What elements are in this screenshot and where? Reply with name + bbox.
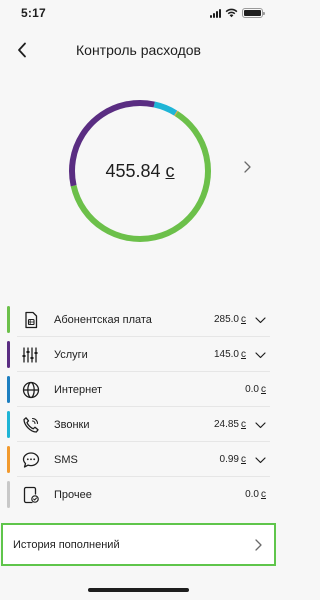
expense-label: Абонентская плата [54,313,152,326]
header: Контроль расходов [0,26,277,74]
expense-row-calls[interactable]: Звонки 24.85 c [7,407,270,442]
other-document-icon [21,485,40,504]
expense-label: Звонки [54,418,90,431]
chevron-left-icon [18,42,26,58]
expense-amount: 24.85 c [213,419,246,430]
wifi-icon [225,8,238,18]
status-time: 5:17 [21,6,46,20]
expense-amount: 0.0 c [245,489,266,500]
total-currency: c [165,160,175,181]
chevron-right-icon [252,538,264,552]
chevron-down-icon[interactable] [254,454,266,466]
expense-amount: 145.0 c [213,349,246,360]
category-color-bar [7,341,10,368]
back-button[interactable] [8,36,36,64]
sms-bubble-icon [21,450,40,469]
expense-row-internet: Интернет 0.0 c [7,372,270,407]
expense-row-sms[interactable]: SMS 0.99 c [7,442,270,477]
chevron-right-icon [243,161,251,173]
category-color-bar [7,411,10,438]
sim-card-icon [21,310,40,329]
total-value: 455.84 [105,160,161,181]
total-amount: 455.84 c [66,97,214,245]
expense-amount: 285.0 c [213,314,246,325]
status-bar: 5:17 [0,0,277,26]
expense-label: Услуги [54,348,88,361]
home-indicator [88,588,189,592]
services-sliders-icon [21,345,40,364]
expense-donut-chart[interactable]: 455.84 c [66,97,214,245]
phone-icon [21,415,40,434]
category-color-bar [7,481,10,508]
status-icons [210,8,265,18]
topup-history-button[interactable]: История пополнений [1,523,276,566]
signal-icon [210,8,221,18]
expense-row-other: Прочее 0.0 c [7,477,270,512]
expense-row-subscription[interactable]: Абонентская плата 285.0 c [7,302,270,337]
battery-icon [242,8,265,18]
expense-amount: 0.0 c [245,384,266,395]
expense-row-services[interactable]: Услуги 145.0 c [7,337,270,372]
expense-label: Прочее [54,488,92,501]
category-color-bar [7,376,10,403]
chevron-down-icon[interactable] [254,349,266,361]
chart-next-button[interactable] [238,158,256,176]
history-label: История пополнений [13,538,120,551]
category-color-bar [7,306,10,333]
expense-label: Интернет [54,383,102,396]
category-color-bar [7,446,10,473]
expense-amount: 0.99 c [219,454,246,465]
expense-label: SMS [54,453,78,466]
expense-list: Абонентская плата 285.0 c Услуги 145.0 c… [7,302,270,512]
chevron-down-icon[interactable] [254,419,266,431]
globe-icon [21,380,40,399]
chevron-down-icon[interactable] [254,314,266,326]
page-title: Контроль расходов [76,42,201,58]
